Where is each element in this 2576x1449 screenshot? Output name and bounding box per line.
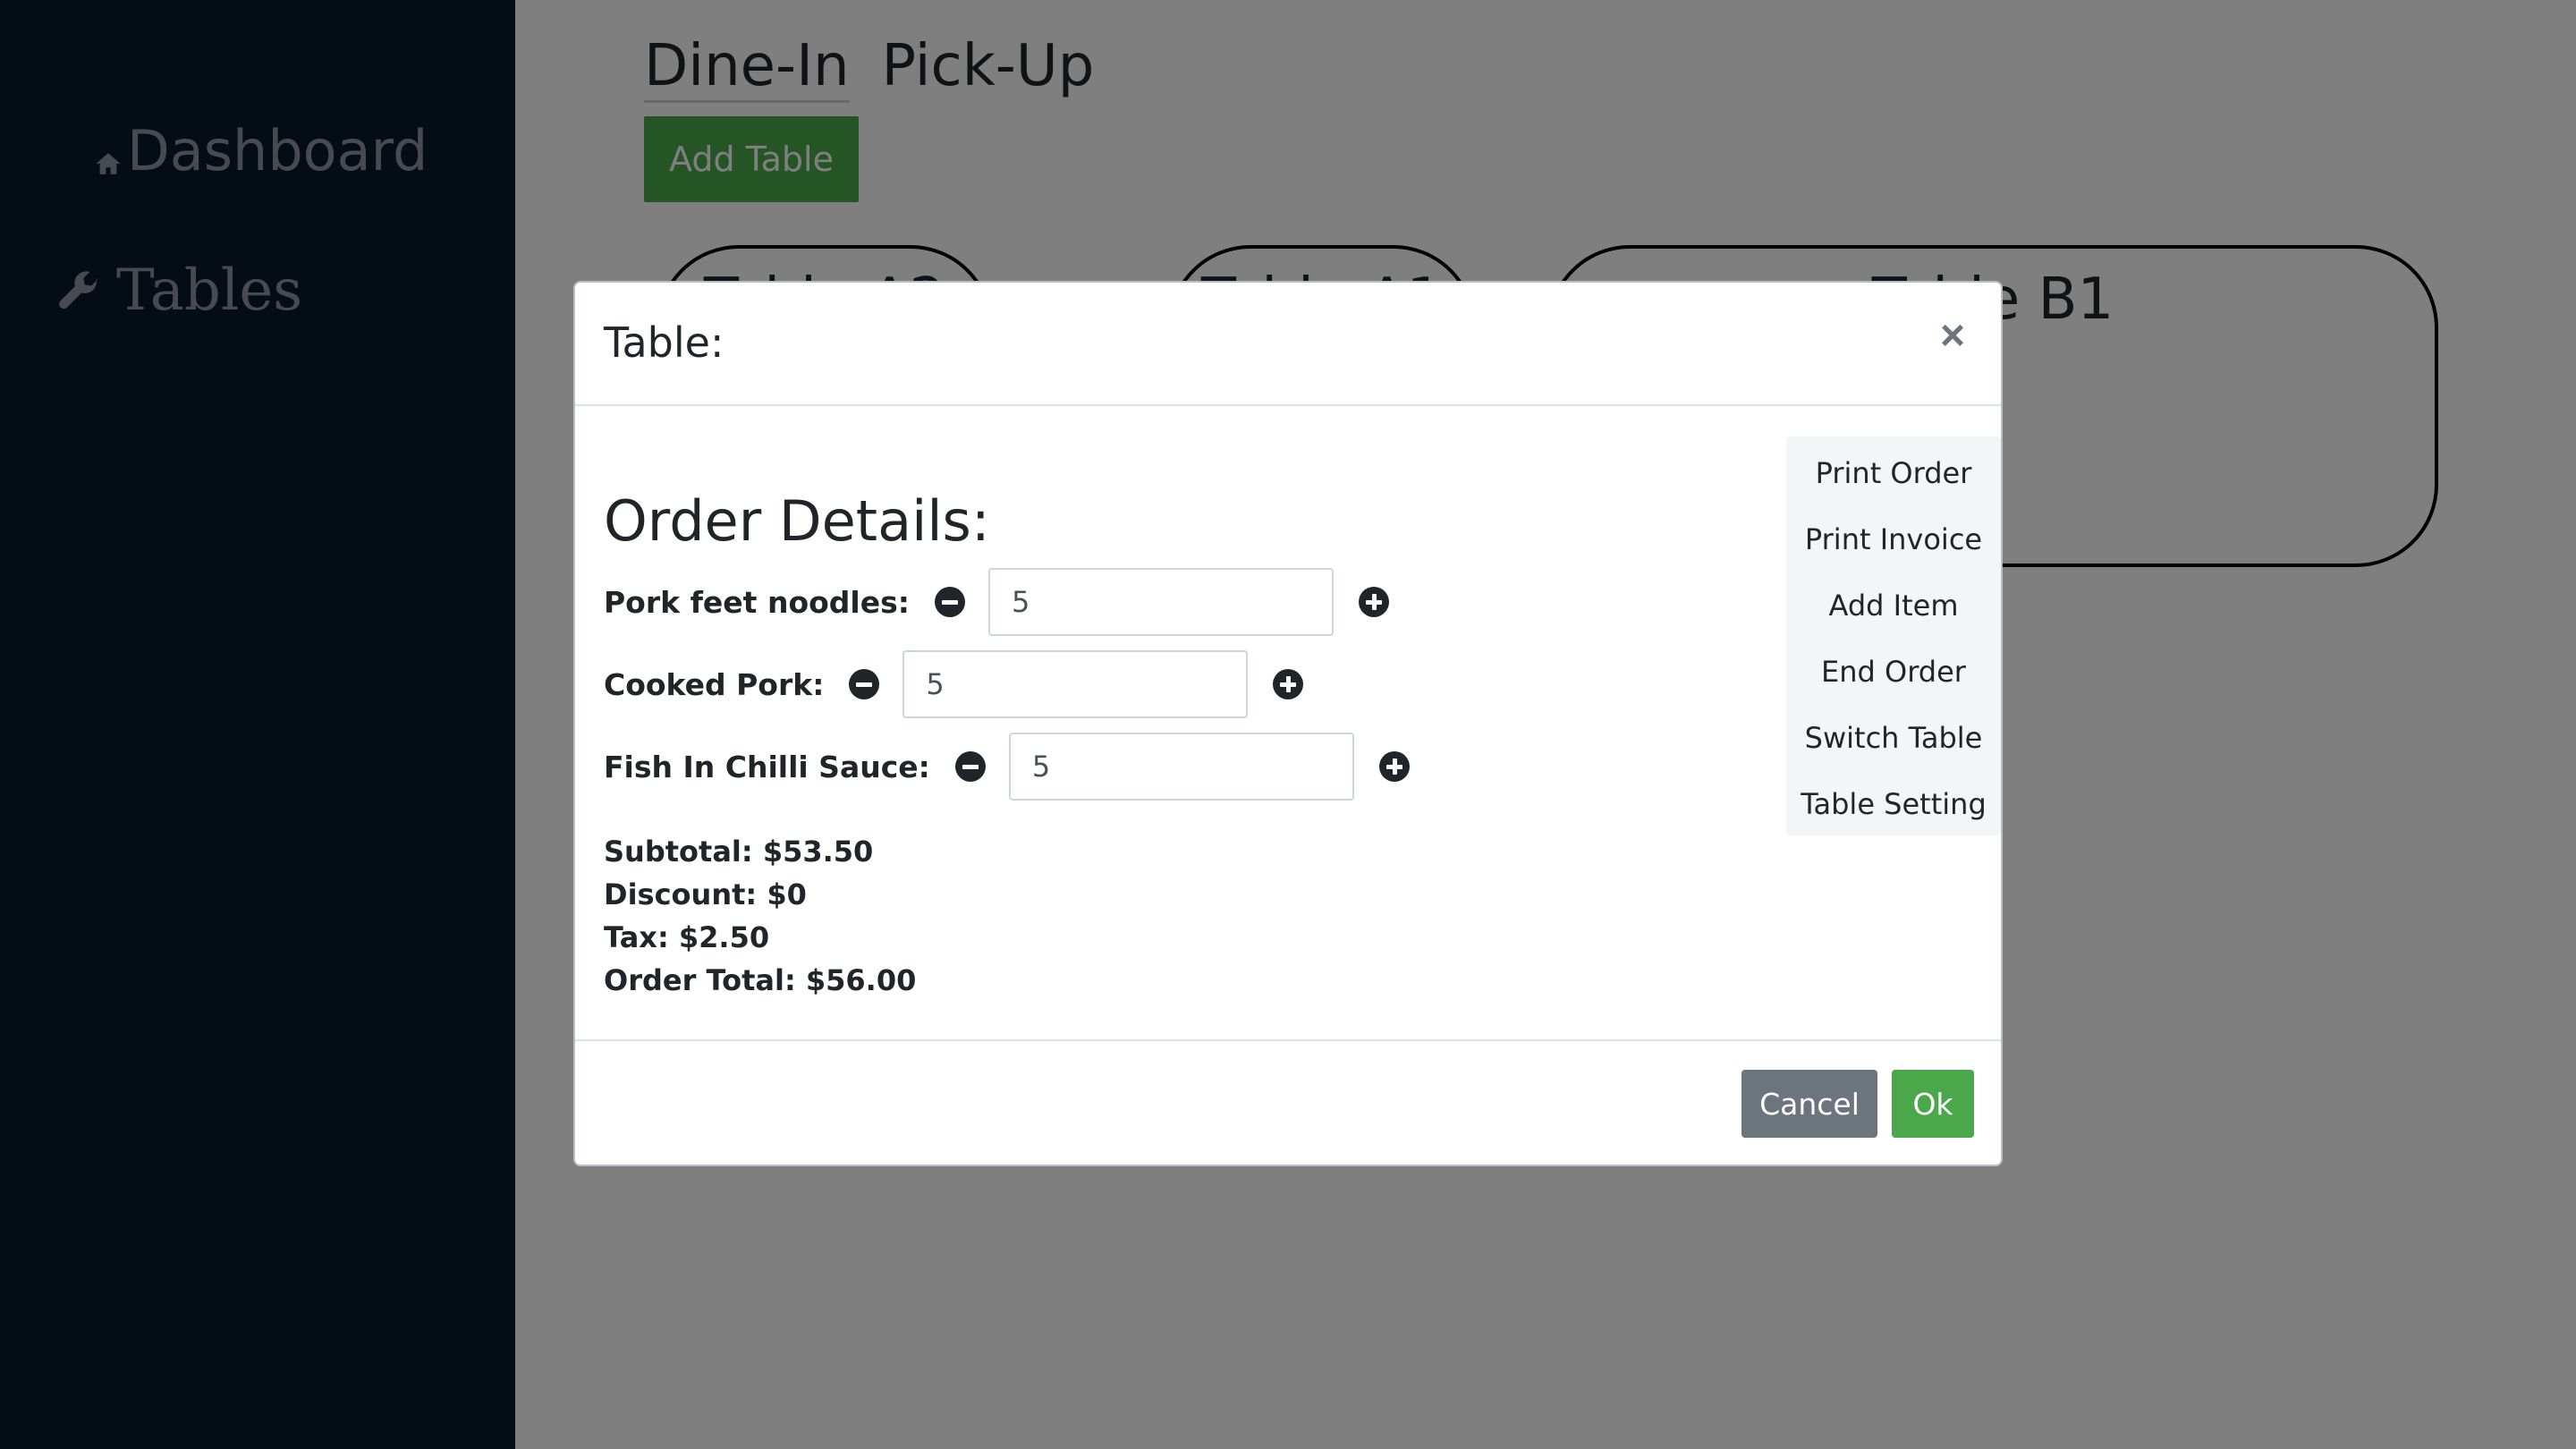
order-item-row: Fish In Chilli Sauce: [604, 732, 1410, 801]
quantity-input[interactable] [987, 568, 1334, 636]
quantity-input[interactable] [1008, 733, 1354, 801]
minus-circle-icon[interactable] [849, 669, 880, 699]
switch-table-button[interactable]: Switch Table [1786, 705, 2001, 771]
print-order-button[interactable]: Print Order [1786, 440, 2001, 506]
add-item-button[interactable]: Add Item [1786, 572, 2001, 639]
minus-circle-icon[interactable] [934, 587, 965, 617]
print-invoice-button[interactable]: Print Invoice [1786, 506, 2001, 572]
end-order-button[interactable]: End Order [1786, 639, 2001, 705]
order-item-row: Pork feet noodles: [604, 567, 1389, 637]
quantity-input[interactable] [902, 650, 1249, 718]
discount: Discount: $0 [604, 877, 807, 911]
plus-circle-icon[interactable] [1273, 669, 1304, 699]
order-totals: Subtotal: $53.50 Discount: $0 Tax: $2.50… [604, 830, 916, 1002]
table-setting-button[interactable]: Table Setting [1786, 771, 2001, 837]
tax: Tax: $2.50 [604, 920, 770, 954]
table-action-menu: Print Order Print Invoice Add Item End O… [1786, 436, 2001, 835]
modal-header: Table: × [575, 283, 2001, 406]
order-total: Order Total: $56.00 [604, 963, 917, 997]
modal-title: Table: [604, 318, 724, 367]
modal-body: Order Details: Pork feet noodles: Cooked… [575, 406, 2001, 997]
minus-circle-icon[interactable] [954, 751, 986, 782]
subtotal: Subtotal: $53.50 [604, 835, 874, 869]
close-button[interactable]: × [1940, 315, 1965, 358]
plus-circle-icon[interactable] [1378, 751, 1410, 782]
ok-button[interactable]: Ok [1892, 1070, 1974, 1138]
order-item-row: Cooked Pork: [604, 649, 1304, 719]
order-details-heading: Order Details: [604, 488, 990, 554]
item-name: Pork feet noodles: [604, 584, 910, 620]
cancel-button[interactable]: Cancel [1741, 1070, 1877, 1138]
item-name: Cooked Pork: [604, 666, 825, 702]
plus-circle-icon[interactable] [1358, 587, 1389, 617]
table-order-modal: Table: × Order Details: Pork feet noodle… [573, 281, 2003, 1166]
item-name: Fish In Chilli Sauce: [604, 749, 930, 784]
